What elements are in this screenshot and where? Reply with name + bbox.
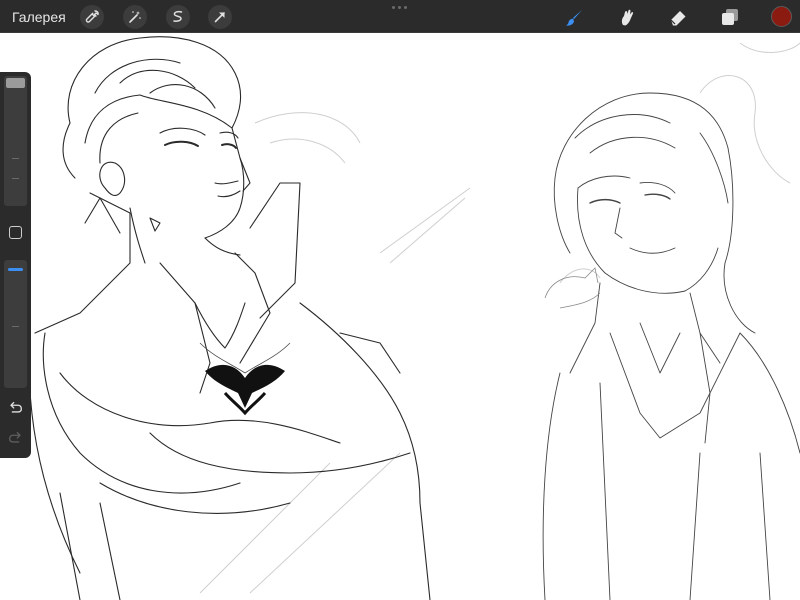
brush-icon — [566, 9, 583, 26]
actions-button[interactable] — [80, 5, 104, 29]
transform-button[interactable] — [208, 5, 232, 29]
left-figure — [28, 36, 431, 600]
eraser-tool-button[interactable] — [665, 4, 691, 30]
layers-button[interactable] — [717, 4, 743, 30]
brush-size-slider[interactable] — [4, 76, 27, 206]
left-sidebar — [0, 72, 31, 458]
creature-sketch — [544, 267, 601, 309]
magic-wand-icon — [129, 11, 141, 23]
selection-button[interactable] — [166, 5, 190, 29]
procreate-app: Галерея — [0, 0, 800, 600]
smudge-icon — [621, 9, 634, 26]
drawing-canvas[interactable] — [0, 33, 800, 600]
redo-icon — [9, 431, 21, 443]
brush-tool-button[interactable] — [562, 4, 588, 30]
adjustments-button[interactable] — [123, 5, 147, 29]
selection-icon — [173, 10, 183, 22]
transform-arrow-icon — [214, 12, 225, 23]
wrench-icon — [85, 10, 99, 23]
gallery-button[interactable]: Галерея — [12, 8, 66, 26]
opacity-slider[interactable] — [4, 260, 27, 388]
slider-tick — [12, 158, 19, 159]
right-figure — [542, 92, 800, 600]
layers-icon — [722, 9, 738, 25]
redo-button[interactable] — [6, 428, 25, 447]
color-picker-button[interactable] — [771, 6, 792, 27]
slider-tick — [12, 326, 19, 327]
moth-pendant — [205, 364, 285, 416]
undo-icon — [10, 401, 22, 413]
sketch-artwork — [28, 36, 800, 600]
undo-button[interactable] — [6, 398, 25, 417]
toolbar-grabber[interactable] — [392, 6, 408, 10]
smudge-tool-button[interactable] — [613, 4, 639, 30]
eraser-icon — [670, 11, 686, 26]
modify-button[interactable] — [9, 226, 22, 239]
opacity-thumb[interactable] — [8, 268, 23, 271]
top-toolbar: Галерея — [0, 0, 800, 33]
brush-size-thumb[interactable] — [6, 78, 25, 88]
slider-tick — [12, 178, 19, 179]
